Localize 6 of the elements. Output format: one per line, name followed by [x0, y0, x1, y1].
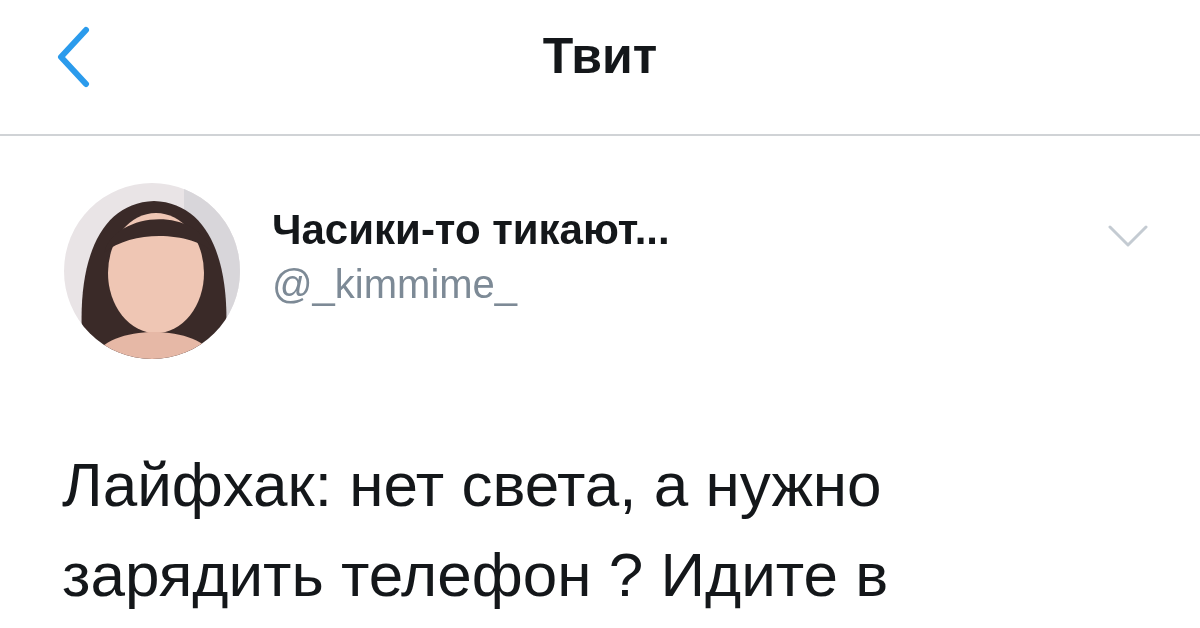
back-icon[interactable]	[56, 26, 90, 88]
tweet-text: Лайфхак: нет света, а нужно зарядить телефон ? Идите в	[62, 449, 890, 611]
chevron-down-icon[interactable]	[1108, 225, 1148, 247]
author-name: Часики-то тикают...	[272, 205, 671, 254]
header-title: Твит	[542, 27, 658, 85]
author-handle: @_kimmime_	[272, 261, 519, 307]
